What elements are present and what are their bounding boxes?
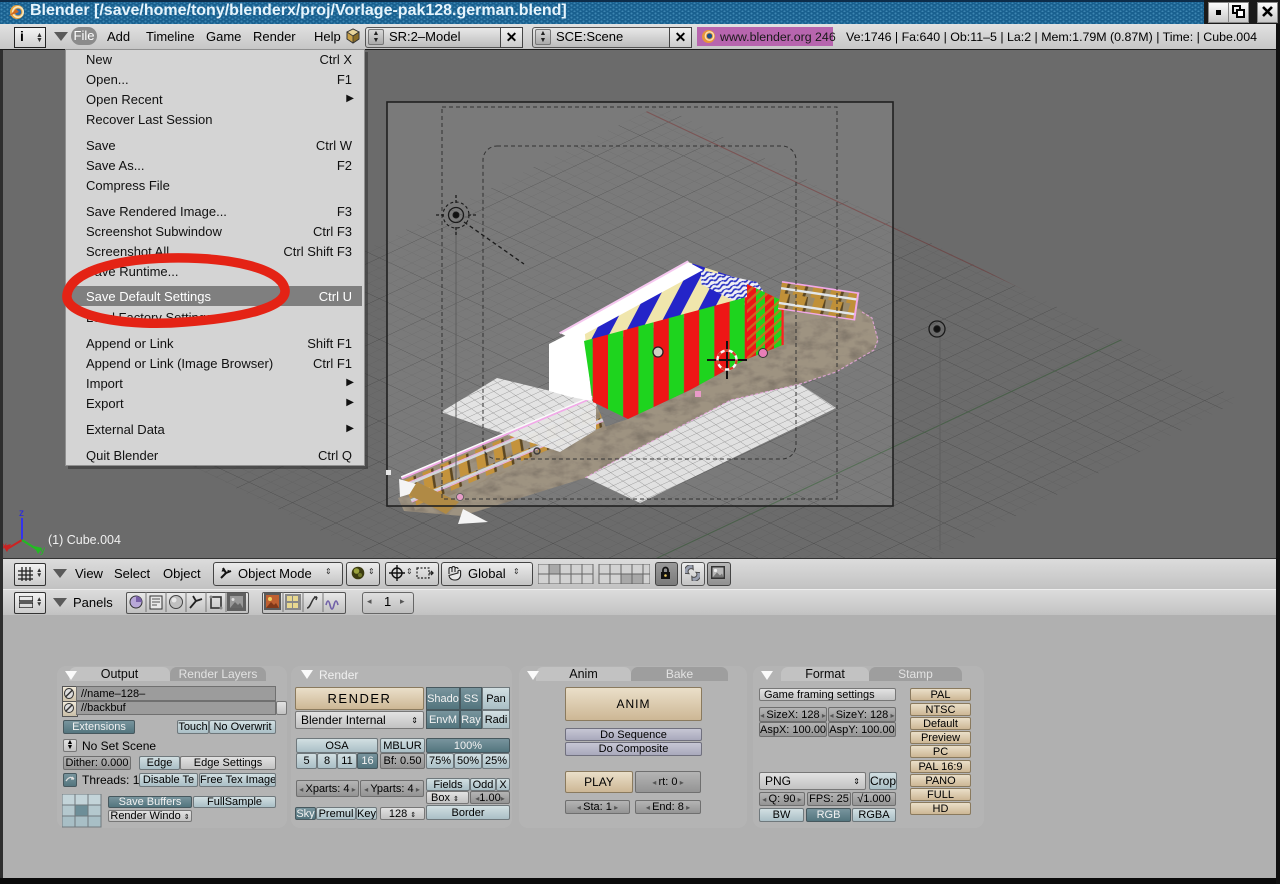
svg-text:z: z bbox=[19, 508, 24, 519]
svg-text:(1) Cube.004: (1) Cube.004 bbox=[48, 533, 121, 547]
svg-text:y: y bbox=[40, 545, 45, 556]
